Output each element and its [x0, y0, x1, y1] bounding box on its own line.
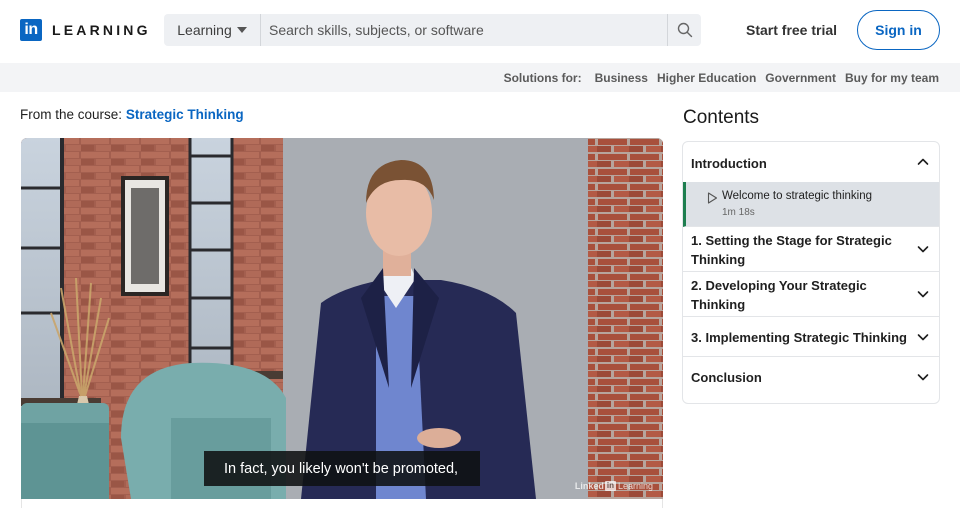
watermark-linked: Linked: [574, 481, 604, 491]
chevron-down-icon: [917, 246, 929, 253]
search-input[interactable]: [261, 14, 667, 46]
caret-down-icon: [236, 27, 247, 33]
logo-text: LEARNING: [52, 22, 151, 38]
course-title-link[interactable]: Strategic Thinking: [126, 107, 244, 122]
start-free-trial-link[interactable]: Start free trial: [746, 22, 837, 38]
watermark-learning: Learning: [617, 481, 653, 491]
contents-heading: Contents: [683, 107, 760, 128]
solutions-link-business[interactable]: Business: [595, 71, 648, 85]
toc-section-1[interactable]: 1. Setting the Stage for Strategic Think…: [683, 227, 939, 272]
solutions-link-higher-education[interactable]: Higher Education: [657, 71, 756, 85]
course-breadcrumb: From the course: Strategic Thinking: [20, 107, 244, 122]
chevron-down-icon: [917, 334, 929, 341]
video-frame: [21, 138, 663, 499]
chevron-down-icon: [917, 374, 929, 381]
watermark-in-icon: in: [604, 481, 616, 491]
play-icon: [707, 192, 718, 204]
toc-section-3[interactable]: 3. Implementing Strategic Thinking: [683, 317, 939, 357]
section-title: 2. Developing Your Strategic Thinking: [691, 278, 867, 312]
course-prefix: From the course:: [20, 107, 123, 122]
linkedin-logo-icon: in: [20, 19, 42, 41]
chevron-up-icon: [917, 158, 929, 165]
top-header: in LEARNING Learning Start free trial Si…: [0, 0, 960, 63]
chevron-down-icon: [917, 291, 929, 298]
toc-section-2[interactable]: 2. Developing Your Strategic Thinking: [683, 272, 939, 317]
video-caption: In fact, you likely won't be promoted,: [204, 451, 480, 486]
solutions-label: Solutions for:: [503, 70, 582, 85]
section-title: Conclusion: [691, 370, 762, 385]
search-bar: Learning: [164, 14, 701, 46]
search-icon: [677, 22, 692, 38]
solutions-link-buy-for-team[interactable]: Buy for my team: [845, 71, 939, 85]
solutions-link-government[interactable]: Government: [765, 71, 836, 85]
lesson-duration: 1m 18s: [722, 207, 755, 218]
section-title: 1. Setting the Stage for Strategic Think…: [691, 233, 892, 267]
search-scope-label: Learning: [177, 22, 232, 38]
toc-section-conclusion[interactable]: Conclusion: [683, 357, 939, 397]
section-title: 3. Implementing Strategic Thinking: [691, 330, 907, 345]
search-scope-dropdown[interactable]: Learning: [164, 14, 261, 46]
sign-in-button[interactable]: Sign in: [857, 10, 940, 50]
video-player[interactable]: In fact, you likely won't be promoted, L…: [21, 138, 663, 499]
toc-lesson-welcome[interactable]: Welcome to strategic thinking 1m 18s: [683, 182, 939, 227]
linkedin-learning-logo[interactable]: in LEARNING: [20, 19, 151, 41]
toc-section-introduction[interactable]: Introduction: [683, 142, 939, 182]
table-of-contents: Introduction Welcome to strategic thinki…: [682, 141, 940, 404]
search-button[interactable]: [667, 14, 701, 46]
section-title: Introduction: [691, 156, 767, 171]
linkedin-learning-watermark: Linked in Learning: [575, 481, 653, 491]
solutions-nav: Solutions for: Business Higher Education…: [0, 63, 960, 92]
lesson-title: Welcome to strategic thinking: [722, 190, 872, 202]
video-bottom-edge: [21, 499, 663, 508]
